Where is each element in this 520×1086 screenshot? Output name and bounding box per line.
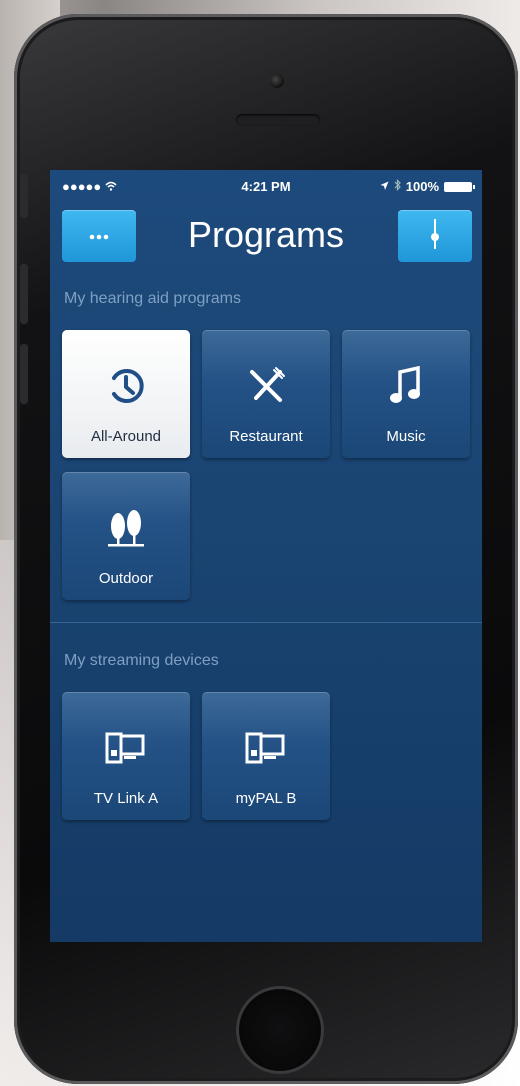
slider-icon [430, 218, 440, 254]
settings-button[interactable] [398, 210, 472, 262]
volume-down-button [20, 344, 28, 404]
device-label: TV Link A [93, 790, 159, 807]
app-screen: ●●●●● 4:21 PM 100% Programs My hearing a… [50, 170, 482, 942]
device-label: myPAL B [235, 790, 297, 807]
dial-clock-icon [62, 364, 190, 408]
program-label: Music [386, 428, 426, 445]
mute-switch [20, 174, 28, 218]
location-icon [380, 179, 389, 194]
home-button[interactable] [236, 986, 324, 1074]
tv-streamer-icon [62, 726, 190, 770]
front-camera [270, 74, 284, 88]
program-label: All-Around [90, 428, 162, 445]
program-label: Restaurant [229, 428, 303, 445]
programs-section-label: My hearing aid programs [64, 290, 241, 307]
battery-icon [444, 181, 475, 192]
fork-knife-icon [202, 364, 330, 408]
program-tile-all-around[interactable]: All-Around [62, 330, 190, 458]
streaming-section-label: My streaming devices [64, 652, 219, 669]
streaming-tile-mypal-b[interactable]: myPAL B [202, 692, 330, 820]
tv-streamer-icon [202, 726, 330, 770]
trees-icon [62, 506, 190, 550]
volume-up-button [20, 264, 28, 324]
battery-percent: 100% [405, 179, 439, 194]
earpiece-speaker [236, 114, 320, 126]
streaming-tile-tv-link-a[interactable]: TV Link A [62, 692, 190, 820]
music-note-icon [342, 364, 470, 408]
section-divider [50, 622, 482, 623]
program-tile-restaurant[interactable]: Restaurant [202, 330, 330, 458]
program-label: Outdoor [98, 570, 154, 587]
program-tile-music[interactable]: Music [342, 330, 470, 458]
program-tile-outdoor[interactable]: Outdoor [62, 472, 190, 600]
status-bar: ●●●●● 4:21 PM 100% [50, 170, 482, 202]
bluetooth-icon [394, 179, 401, 194]
